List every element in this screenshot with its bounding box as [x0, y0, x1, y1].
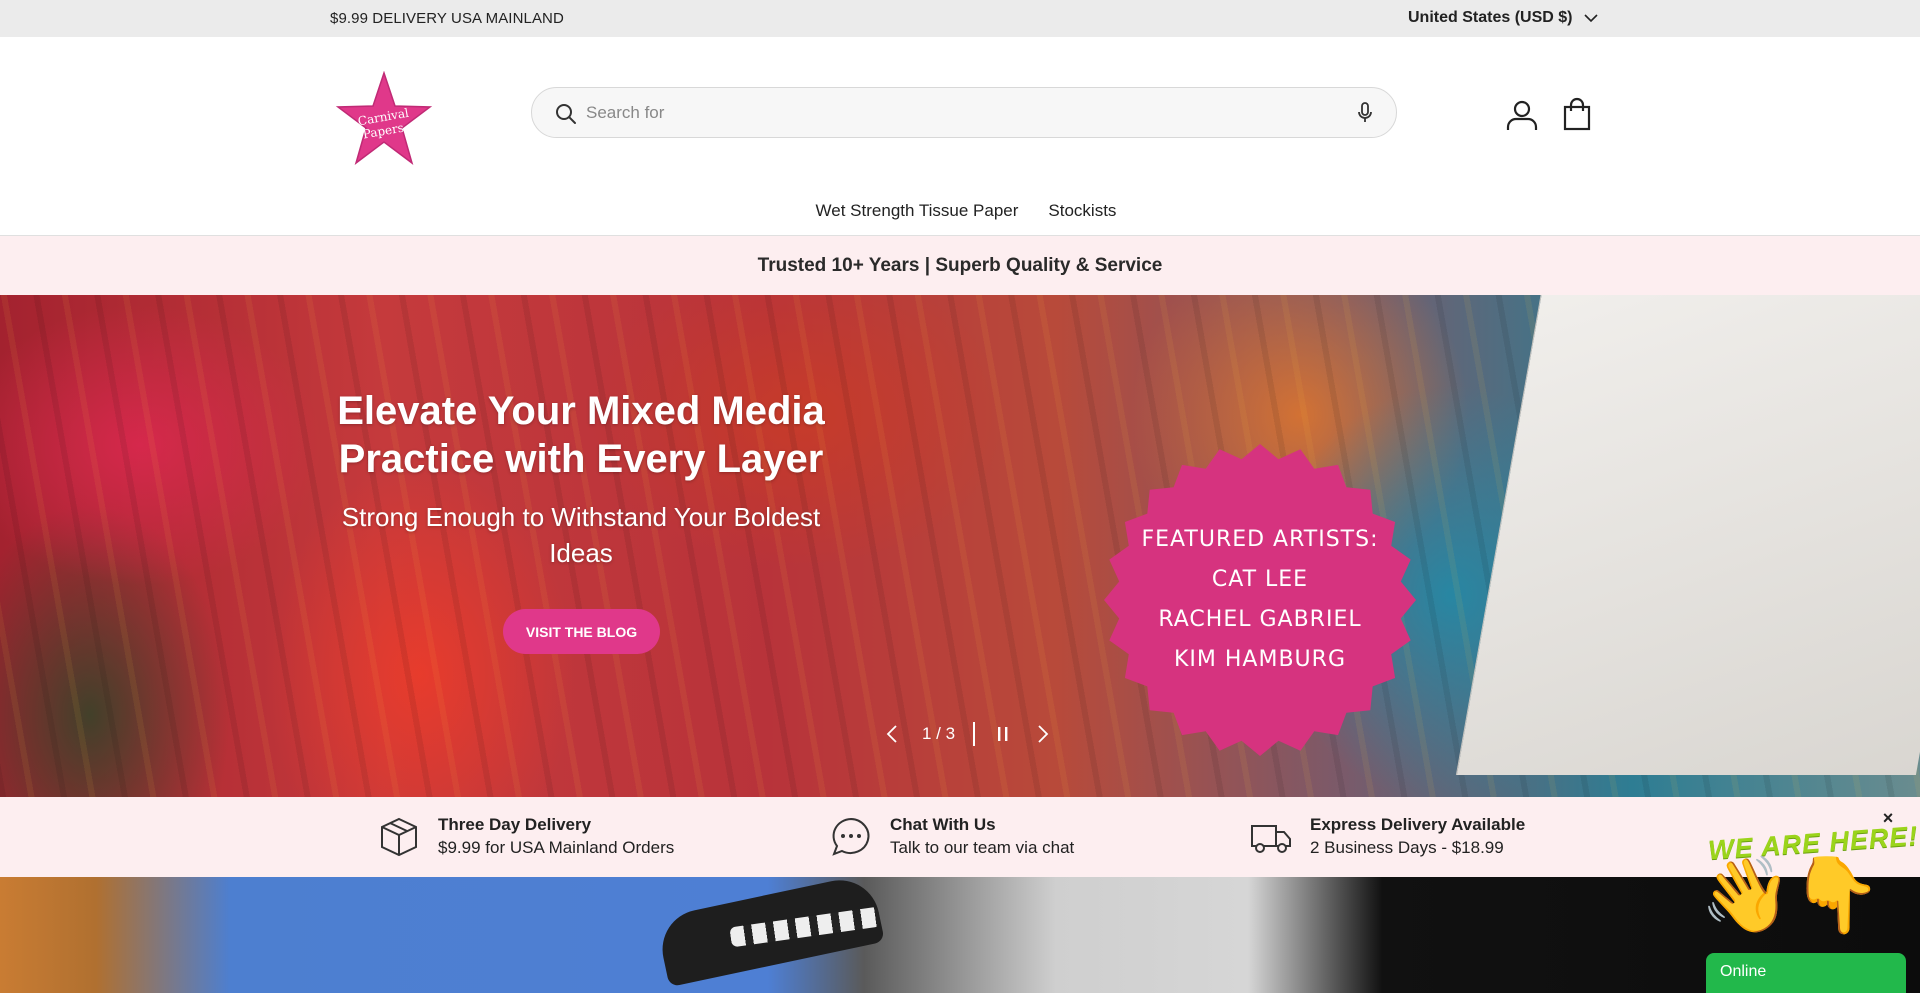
logo[interactable]: Carnival Papers [334, 70, 434, 169]
hero-slideshow: Elevate Your Mixed Media Practice with E… [0, 295, 1920, 797]
account-icon[interactable] [1505, 98, 1539, 132]
nav-item-wet-strength-tissue-paper[interactable]: Wet Strength Tissue Paper [816, 201, 1019, 229]
feature-three-day-delivery: Three Day Delivery $9.99 for USA Mainlan… [378, 814, 674, 860]
slide-counter: 1 / 3 [922, 724, 956, 743]
trust-text: Trusted 10+ Years | Superb Quality & Ser… [757, 254, 1163, 276]
pause-icon [998, 727, 1008, 741]
slide-next-button[interactable] [1031, 722, 1055, 746]
feature-desc: $9.99 for USA Mainland Orders [438, 838, 675, 857]
feature-title: Chat With Us [890, 815, 996, 834]
slider-divider [973, 722, 976, 746]
announcement-text: $9.99 DELIVERY USA MAINLAND [330, 10, 564, 27]
search-input[interactable] [586, 96, 1306, 130]
main-nav: Wet Strength Tissue Paper Stockists [0, 201, 1920, 229]
shopping-bag-icon[interactable] [1562, 97, 1592, 131]
search-icon [556, 104, 576, 124]
feature-title: Express Delivery Available [1310, 815, 1526, 834]
box-icon [381, 817, 417, 857]
chevron-down-icon [1584, 13, 1599, 22]
badge-text: FEATURED ARTISTS: CAT LEE RACHEL GABRIEL… [1103, 520, 1417, 680]
chevron-right-icon [1038, 725, 1049, 743]
nav-item-stockists[interactable]: Stockists [1048, 201, 1116, 229]
feature-title: Three Day Delivery [438, 815, 592, 834]
slide-prev-button[interactable] [880, 722, 904, 746]
feature-chat-with-us[interactable]: Chat With Us Talk to our team via chat [830, 814, 1074, 860]
badge-line: FEATURED ARTISTS: [1141, 527, 1379, 552]
chat-status-button[interactable]: Online [1706, 953, 1906, 993]
video-section[interactable] [0, 877, 1920, 993]
features-strip: Three Day Delivery $9.99 for USA Mainlan… [0, 797, 1920, 877]
visit-blog-button[interactable]: VISIT THE BLOG [503, 609, 660, 654]
pointing-hand-icon: 👇 [1790, 853, 1883, 936]
feature-desc: Talk to our team via chat [890, 838, 1075, 857]
hero-title: Elevate Your Mixed Media Practice with E… [337, 389, 825, 481]
trust-bar: Trusted 10+ Years | Superb Quality & Ser… [0, 236, 1920, 295]
badge-line: KIM HAMBURG [1174, 647, 1346, 672]
site-header: Carnival Papers Wet Strength Tissue Pape… [0, 37, 1920, 236]
feature-desc: 2 Business Days - $18.99 [1310, 838, 1504, 857]
slide-pause-button[interactable] [993, 724, 1013, 744]
country-selector[interactable]: United States (USD $) [1408, 9, 1599, 27]
feature-express-delivery: Express Delivery Available 2 Business Da… [1250, 814, 1525, 860]
announcement-bar: $9.99 DELIVERY USA MAINLAND United State… [0, 0, 1920, 37]
microphone-icon[interactable] [1352, 100, 1378, 126]
slider-controls: 1 / 3 [880, 718, 1055, 750]
truck-icon [1251, 825, 1291, 853]
badge-line: RACHEL GABRIEL [1158, 607, 1362, 632]
waving-hand-icon: 👋 [1700, 853, 1793, 936]
search-box[interactable] [531, 87, 1397, 138]
country-selector-label: United States (USD $) [1408, 9, 1573, 26]
chat-icon [832, 817, 870, 856]
chevron-left-icon [886, 725, 897, 743]
badge-line: CAT LEE [1211, 567, 1309, 592]
hero-subtitle: Strong Enough to Withstand Your Boldest … [341, 502, 821, 568]
star-logo-icon: Carnival Papers [335, 70, 433, 165]
